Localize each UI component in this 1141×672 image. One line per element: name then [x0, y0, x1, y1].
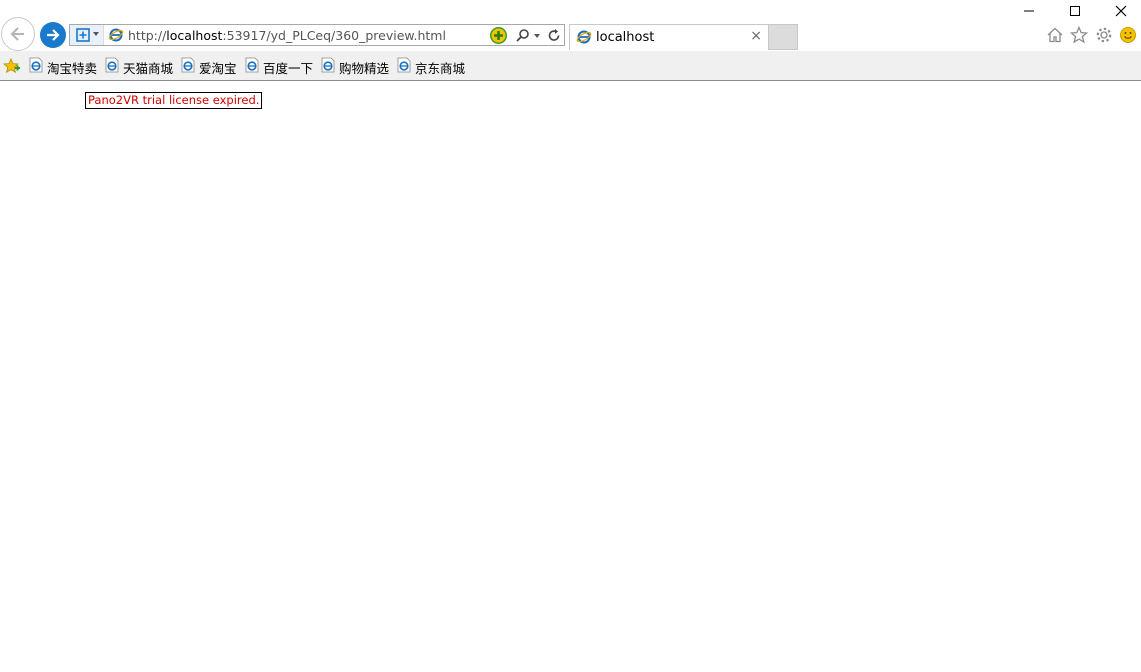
url-text[interactable]: http://localhost:53917/yd_PLCeq/360_prev…	[128, 28, 446, 43]
home-icon[interactable]	[1046, 26, 1064, 44]
refresh-icon[interactable]	[547, 28, 561, 43]
forward-arrow-icon	[47, 29, 60, 41]
ie-page-icon	[397, 57, 411, 73]
close-tab-icon[interactable]: ×	[750, 29, 762, 43]
maximize-icon[interactable]	[1066, 4, 1084, 18]
forward-button[interactable]	[40, 22, 66, 48]
compatibility-view-button[interactable]	[70, 25, 104, 45]
ie-page-icon	[245, 57, 259, 73]
compatibility-view-icon	[76, 28, 90, 42]
search-dropdown-icon[interactable]	[534, 34, 540, 38]
favorite-label: 京东商城	[415, 61, 466, 76]
url-path: :53917/yd_PLCeq/360_preview.html	[222, 28, 446, 43]
license-expired-message: Pano2VR trial license expired.	[85, 92, 263, 109]
smiley-icon[interactable]	[1119, 26, 1137, 44]
favorite-label: 淘宝特卖	[47, 61, 98, 76]
ie-page-icon	[108, 28, 124, 42]
ie-page-icon	[105, 57, 119, 73]
search-icon[interactable]	[515, 28, 530, 43]
addon-icon[interactable]	[490, 27, 507, 44]
favorite-label: 天猫商城	[123, 61, 174, 76]
ie-page-icon	[321, 57, 335, 73]
chevron-down-icon	[93, 32, 99, 36]
tab-localhost[interactable]: localhost ×	[569, 24, 769, 50]
minimize-icon[interactable]	[1020, 4, 1038, 18]
favorites-star-icon[interactable]	[1070, 26, 1088, 44]
new-tab-button[interactable]	[768, 24, 798, 50]
ie-page-icon	[181, 57, 195, 73]
browser-nav-row: http://localhost:53917/yd_PLCeq/360_prev…	[0, 0, 1141, 51]
address-bar[interactable]: http://localhost:53917/yd_PLCeq/360_prev…	[69, 24, 565, 46]
back-button[interactable]	[1, 17, 35, 51]
close-window-icon[interactable]	[1112, 4, 1130, 18]
favorites-bar: 淘宝特卖 天猫商城 爱淘宝 百度一下 购物精选 京东商城	[0, 51, 1141, 81]
favorites-bar-star-icon[interactable]	[3, 58, 21, 75]
ie-tab-icon	[576, 30, 592, 44]
plus-icon	[491, 28, 506, 43]
tab-label: localhost	[596, 30, 655, 45]
ie-page-icon	[29, 57, 43, 73]
gear-icon[interactable]	[1095, 26, 1113, 44]
back-arrow-icon	[10, 27, 24, 41]
url-host: localhost	[166, 28, 223, 43]
url-scheme: http://	[128, 28, 167, 43]
favorite-label: 购物精选	[339, 61, 390, 76]
favorite-label: 百度一下	[263, 61, 314, 76]
favorite-label: 爱淘宝	[199, 61, 237, 76]
